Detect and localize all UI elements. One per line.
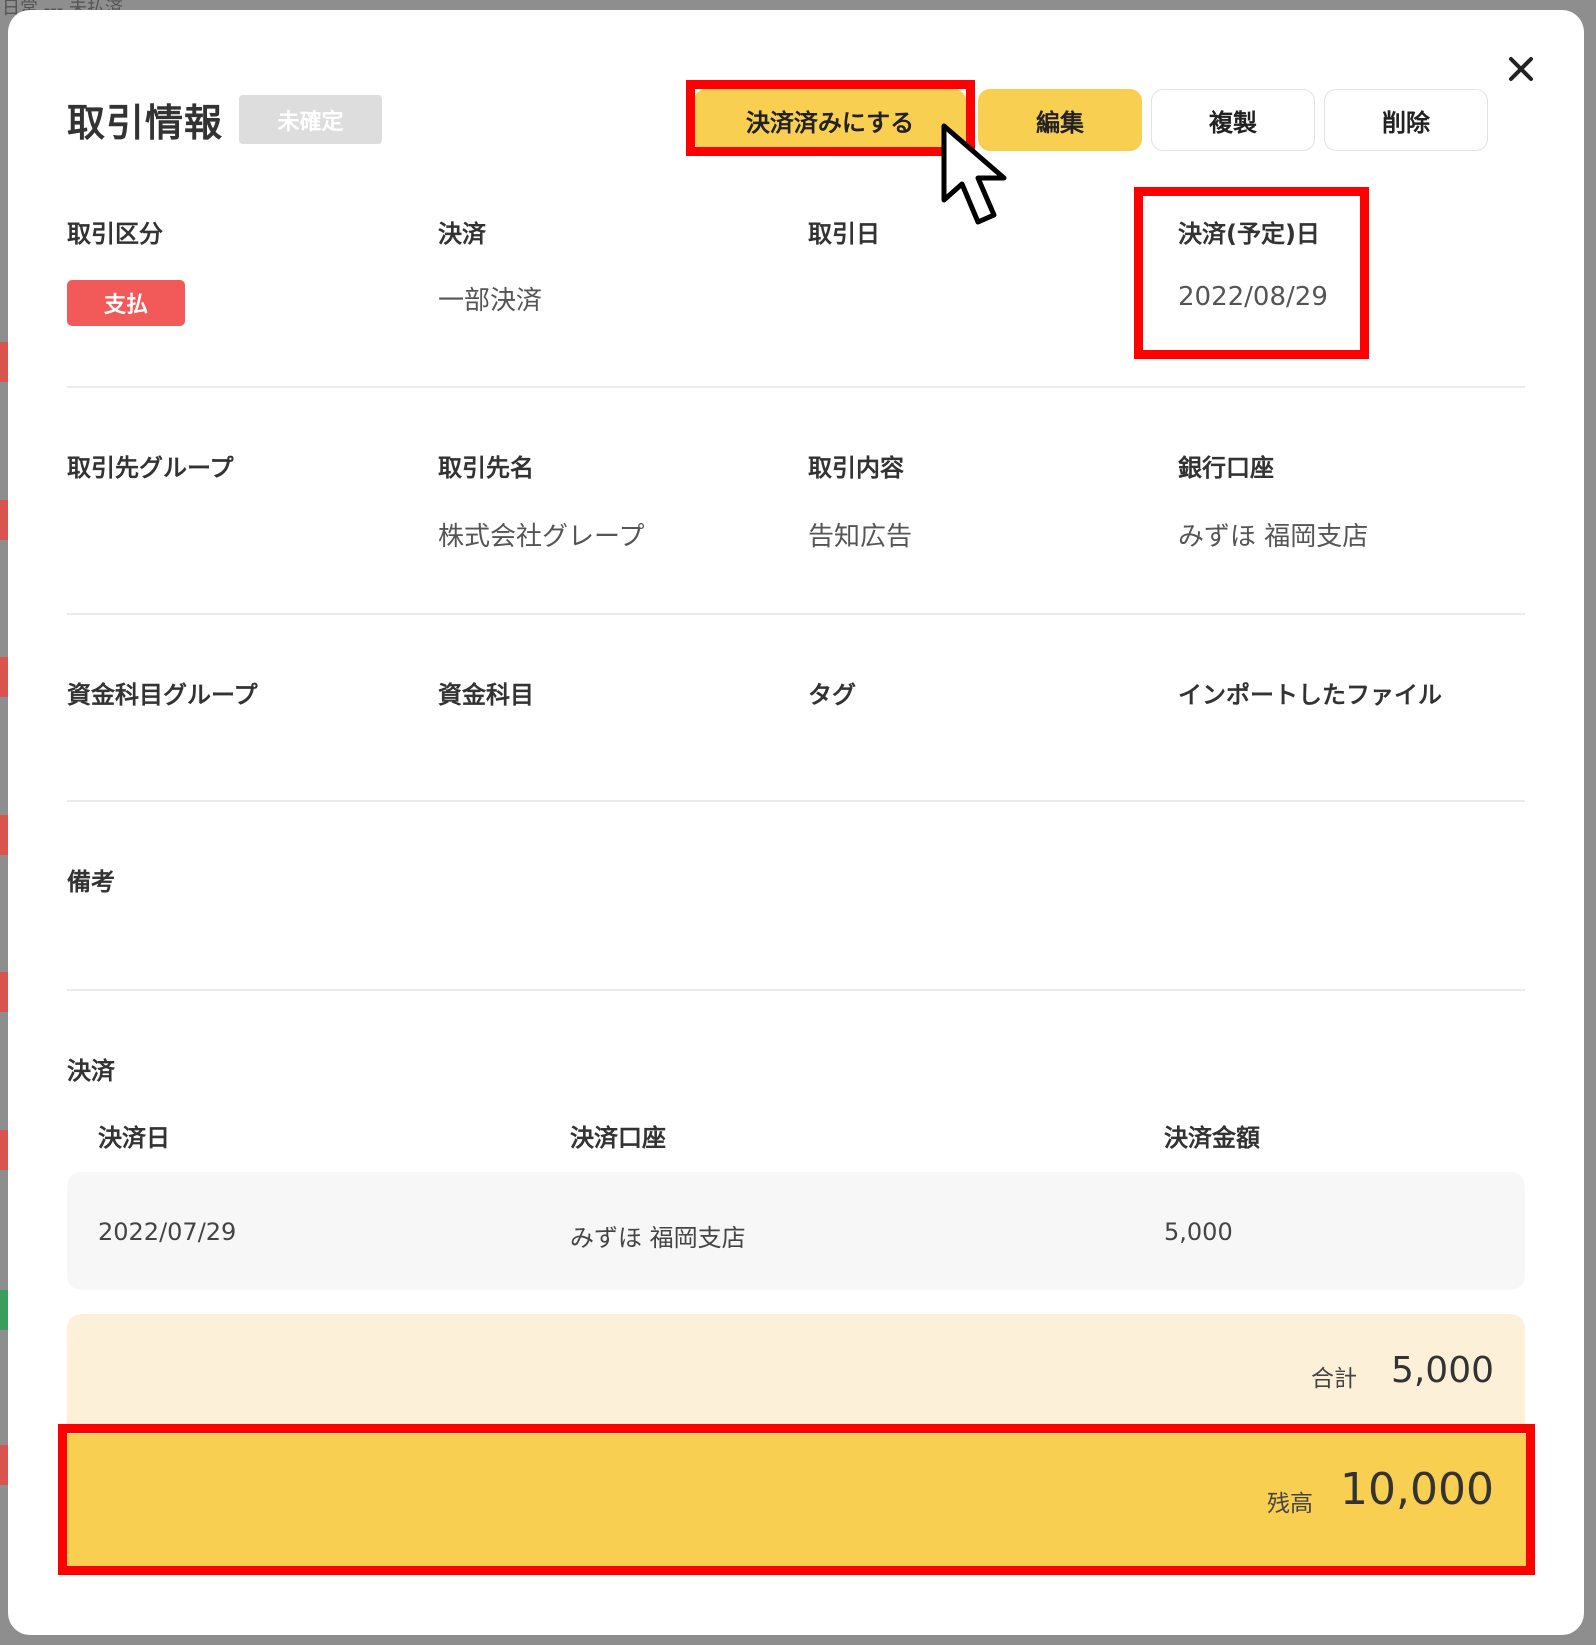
total-summary: 合計 5,000 <box>67 1314 1525 1444</box>
imported-file-label: インポートしたファイル <box>1178 681 1442 709</box>
transaction-type-label: 取引区分 <box>67 220 163 248</box>
duplicate-button[interactable]: 複製 <box>1151 89 1315 151</box>
balance-summary: 残高 10,000 <box>66 1434 1527 1566</box>
partner-name-value: 株式会社グレープ <box>438 522 645 552</box>
partner-name-label: 取引先名 <box>438 454 534 482</box>
bank-account-label: 銀行口座 <box>1178 454 1274 482</box>
notes-label: 備考 <box>67 868 115 896</box>
section-divider <box>67 989 1525 991</box>
settlement-amount-header: 決済金額 <box>1164 1124 1260 1152</box>
transaction-content-label: 取引内容 <box>808 454 904 482</box>
modal-title: 取引情報 <box>67 101 224 145</box>
section-divider <box>67 800 1525 802</box>
fund-group-label: 資金科目グループ <box>67 681 258 709</box>
settlement-status-value: 一部決済 <box>438 286 543 316</box>
section-divider <box>67 386 1525 388</box>
fund-item-label: 資金科目 <box>438 681 534 709</box>
due-date-label: 決済(予定)日 <box>1178 220 1320 248</box>
settlement-row-amount: 5,000 <box>1164 1218 1233 1246</box>
payment-type-badge: 支払 <box>67 280 185 326</box>
settlement-account-header: 決済口座 <box>570 1124 666 1152</box>
due-date-value: 2022/08/29 <box>1178 282 1328 312</box>
delete-button[interactable]: 削除 <box>1324 89 1488 151</box>
status-badge: 未確定 <box>239 95 383 144</box>
total-value: 5,000 <box>1390 1350 1494 1391</box>
edit-button[interactable]: 編集 <box>978 89 1142 151</box>
settlement-row-account: みずほ 福岡支店 <box>570 1224 746 1252</box>
settlement-row-date: 2022/07/29 <box>98 1218 237 1246</box>
bank-account-value: みずほ 福岡支店 <box>1178 522 1369 552</box>
title-row: 取引情報 未確定 <box>67 92 383 147</box>
transaction-date-label: 取引日 <box>808 220 880 248</box>
tag-label: タグ <box>808 681 856 709</box>
close-icon <box>1509 57 1533 81</box>
settlements-title: 決済 <box>67 1057 115 1085</box>
section-divider <box>67 613 1525 615</box>
close-button[interactable] <box>1498 46 1544 92</box>
partner-group-label: 取引先グループ <box>67 454 234 482</box>
transaction-content-value: 告知広告 <box>808 522 913 552</box>
transaction-detail-modal: 取引情報 未確定 決済済みにする 編集 複製 削除 取引区分 支払 決済 一部決… <box>8 10 1584 1635</box>
settlement-row: 2022/07/29 みずほ 福岡支店 5,000 <box>67 1172 1525 1290</box>
total-label: 合計 <box>1311 1366 1357 1392</box>
highlight-box-due-date <box>1134 187 1369 359</box>
mark-settled-button[interactable]: 決済済みにする <box>694 89 966 151</box>
settlement-date-header: 決済日 <box>98 1124 170 1152</box>
balance-value: 10,000 <box>1340 1464 1494 1515</box>
balance-label: 残高 <box>1267 1491 1313 1517</box>
settlement-status-label: 決済 <box>438 220 486 248</box>
